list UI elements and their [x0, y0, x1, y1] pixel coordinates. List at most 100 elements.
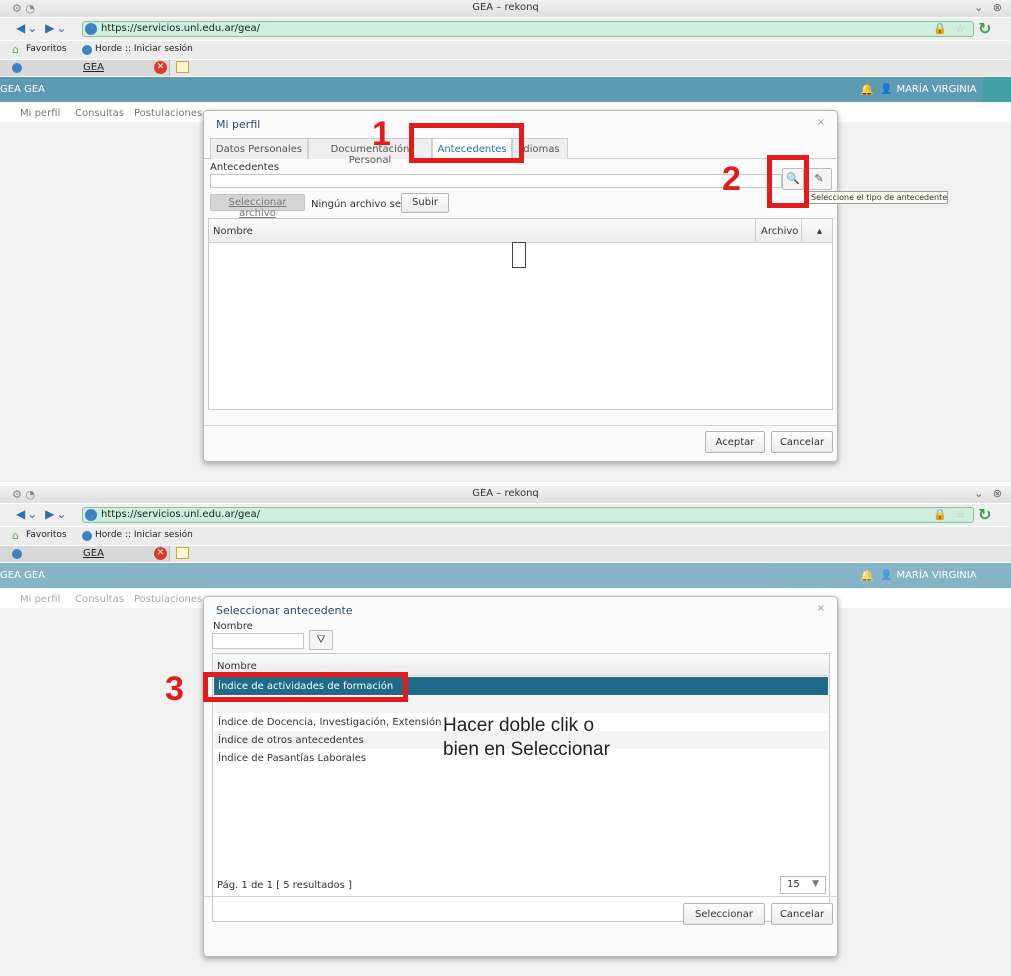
- dialog-footer-divider: [204, 896, 837, 897]
- text-cursor: [512, 242, 526, 268]
- lock-icon[interactable]: 🔒: [933, 508, 947, 521]
- step-1-number: 1: [372, 115, 391, 153]
- menu-postulaciones[interactable]: Postulaciones: [134, 594, 202, 605]
- filter-input[interactable]: [212, 633, 304, 649]
- no-file-text: Ningún archivo sele: [311, 199, 410, 210]
- step-2-highlight: [767, 155, 809, 208]
- bookmark-horde[interactable]: Horde :: Iniciar sesión: [95, 530, 193, 540]
- globe-icon: [82, 45, 92, 55]
- user-menu[interactable]: 👤 MARÍA VIRGINIA: [880, 84, 977, 95]
- column-nombre[interactable]: Nombre: [217, 661, 257, 672]
- cancel-button[interactable]: Cancelar: [771, 903, 833, 925]
- search-tooltip: Seleccione el tipo de antecedente: [808, 191, 948, 204]
- reload-icon[interactable]: ↻: [978, 505, 991, 524]
- back-forward-icon[interactable]: ◀⌄ ▶⌄: [16, 507, 68, 521]
- close-icon[interactable]: ×: [817, 603, 825, 614]
- globe-icon: [12, 549, 22, 559]
- menu-postulaciones[interactable]: Postulaciones: [134, 108, 202, 119]
- column-separator: [801, 219, 802, 243]
- lock-icon[interactable]: 🔒: [933, 22, 947, 35]
- step-3-highlight: [203, 672, 408, 702]
- close-tab-icon[interactable]: ✕: [154, 61, 167, 74]
- browser-tabs: GEA ✕: [0, 546, 1011, 562]
- home-icon[interactable]: ⌂: [12, 43, 19, 56]
- bookmark-horde[interactable]: Horde :: Iniciar sesión: [95, 44, 193, 54]
- eraser-icon: ✎: [814, 172, 824, 185]
- reload-icon[interactable]: ↻: [978, 19, 991, 38]
- hint-line-2: bien en Seleccionar: [443, 739, 610, 760]
- sort-icon[interactable]: ▴: [817, 226, 822, 237]
- clear-button[interactable]: ✎: [806, 168, 832, 190]
- select-file-button[interactable]: Seleccionar archivo: [210, 194, 305, 219]
- upload-button[interactable]: Subir: [401, 193, 449, 213]
- browser-tab-gea[interactable]: GEA ✕: [0, 546, 170, 562]
- filter-label: Nombre: [213, 621, 253, 632]
- cancel-button[interactable]: Cancelar: [771, 431, 833, 453]
- antecedentes-field[interactable]: [210, 174, 782, 188]
- pager-text: Pág. 1 de 1 [ 5 resultados ]: [217, 880, 352, 891]
- user-icon: 👤: [880, 84, 893, 95]
- bookmark-star-icon[interactable]: ☆: [955, 22, 965, 35]
- url-text: https://servicios.unl.edu.ar/gea/: [101, 23, 261, 34]
- user-name: MARÍA VIRGINIA: [896, 84, 977, 95]
- url-bar[interactable]: https://servicios.unl.edu.ar/gea/ 🔒 ☆: [82, 21, 974, 37]
- step-3-number: 3: [165, 670, 184, 708]
- column-separator: [755, 219, 756, 243]
- dialog-title: Seleccionar antecedente: [216, 604, 353, 617]
- accept-button[interactable]: Aceptar: [705, 431, 765, 453]
- browser-navbar: ◀⌄ ▶⌄ https://servicios.unl.edu.ar/gea/ …: [0, 18, 1011, 40]
- bell-icon[interactable]: 🔔: [860, 83, 874, 96]
- filter-button[interactable]: ⛛: [309, 630, 333, 650]
- browser-tab-gea[interactable]: GEA ✕: [0, 60, 170, 76]
- screenshot-profile: ⚙ ◔ GEA – rekonq ⌄ ⊗ ◀⌄ ▶⌄ https://servi…: [0, 0, 1011, 482]
- app-header-endcap: [983, 77, 1011, 102]
- window-controls-icon[interactable]: ⌄ ⊗: [974, 487, 1005, 500]
- column-archivo[interactable]: Archivo: [761, 226, 798, 237]
- bookmark-favoritos[interactable]: Favoritos: [26, 44, 67, 54]
- table-header: Nombre Archivo ▴: [209, 219, 832, 243]
- bookmarks-bar: ⌂ Favoritos Horde :: Iniciar sesión: [0, 527, 1011, 545]
- home-icon[interactable]: ⌂: [12, 529, 19, 542]
- back-forward-icon[interactable]: ◀⌄ ▶⌄: [16, 21, 68, 35]
- tab-datos-personales[interactable]: Datos Personales: [210, 138, 308, 159]
- bell-icon[interactable]: 🔔: [860, 569, 874, 582]
- filter-icon: ⛛: [316, 633, 326, 646]
- window-controls-icon[interactable]: ⌄ ⊗: [974, 1, 1005, 14]
- globe-icon: [85, 509, 97, 521]
- url-text: https://servicios.unl.edu.ar/gea/: [101, 509, 261, 520]
- menu-consultas[interactable]: Consultas: [75, 594, 124, 605]
- user-icon: 👤: [880, 570, 893, 581]
- window-title: GEA – rekonq: [472, 488, 539, 499]
- window-title: GEA – rekonq: [472, 2, 539, 13]
- bookmark-star-icon[interactable]: ☆: [955, 508, 965, 521]
- globe-icon: [85, 23, 97, 35]
- antecedentes-label: Antecedentes: [210, 162, 280, 173]
- close-tab-icon[interactable]: ✕: [154, 547, 167, 560]
- select-dialog: Seleccionar antecedente × Nombre ⛛ Nombr…: [203, 596, 838, 957]
- menu-mi-perfil[interactable]: Mi perfil: [20, 594, 60, 605]
- close-icon[interactable]: ×: [817, 117, 825, 128]
- step-1-highlight: [409, 123, 524, 163]
- app-header: GEA GEA 🔔 👤 MARÍA VIRGINIA: [0, 563, 1011, 588]
- app-title: GEA GEA: [0, 570, 45, 581]
- new-tab-icon[interactable]: [176, 61, 189, 73]
- page-size-select[interactable]: 15 ▼: [780, 876, 826, 894]
- browser-tabs: GEA ✕: [0, 60, 1011, 76]
- window-titlebar: ⚙ ◔ GEA – rekonq ⌄ ⊗: [0, 0, 1011, 17]
- user-menu[interactable]: 👤 MARÍA VIRGINIA: [880, 570, 977, 581]
- browser-navbar: ◀⌄ ▶⌄ https://servicios.unl.edu.ar/gea/ …: [0, 504, 1011, 526]
- dialog-footer-divider: [204, 425, 837, 426]
- window-titlebar: ⚙ ◔ GEA – rekonq ⌄ ⊗: [0, 486, 1011, 503]
- menu-consultas[interactable]: Consultas: [75, 108, 124, 119]
- column-nombre[interactable]: Nombre: [213, 226, 253, 237]
- app-header: GEA GEA 🔔 👤 MARÍA VIRGINIA: [0, 77, 1011, 102]
- select-button[interactable]: Seleccionar: [683, 903, 765, 925]
- menu-mi-perfil[interactable]: Mi perfil: [20, 108, 60, 119]
- step-2-number: 2: [722, 160, 741, 198]
- url-bar[interactable]: https://servicios.unl.edu.ar/gea/ 🔒 ☆: [82, 507, 974, 523]
- new-tab-icon[interactable]: [176, 547, 189, 559]
- bookmark-favoritos[interactable]: Favoritos: [26, 530, 67, 540]
- browser-tab-label: GEA: [83, 62, 104, 73]
- globe-icon: [82, 531, 92, 541]
- browser-tab-label: GEA: [83, 548, 104, 559]
